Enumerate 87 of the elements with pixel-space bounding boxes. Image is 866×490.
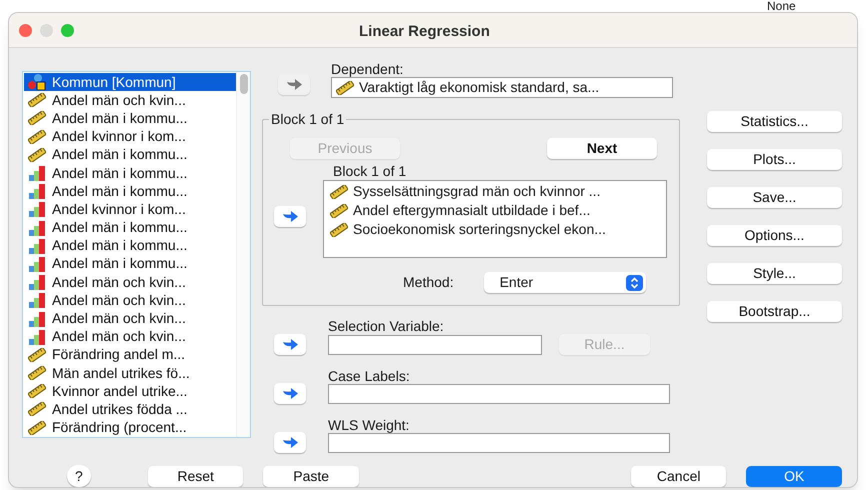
bar-chart-icon xyxy=(28,328,46,345)
list-item[interactable]: Andel män och kvin... xyxy=(24,273,236,292)
field-label: Case Labels: xyxy=(328,368,411,384)
shapes-icon xyxy=(28,74,46,90)
input-field[interactable]: Varaktigt låg ekonomisk standard, sa... xyxy=(331,77,673,98)
ruler-icon xyxy=(330,204,348,218)
list-item[interactable]: Andel män i kommu... xyxy=(24,254,236,274)
dropdown-arrows-icon xyxy=(626,274,643,290)
arrow-button[interactable] xyxy=(274,383,306,404)
field-label: Dependent: xyxy=(331,61,404,77)
button[interactable]: Plots... xyxy=(707,149,842,170)
list-item[interactable]: Socioekonomisk sorteringsnyckel ekon... xyxy=(324,220,666,239)
ruler-icon xyxy=(28,402,46,416)
scrollbar[interactable] xyxy=(236,72,250,437)
ruler-icon xyxy=(28,148,46,162)
list-item[interactable]: Andel män i kommu... xyxy=(24,218,236,237)
help-button[interactable]: ? xyxy=(67,465,91,487)
bar-chart-icon xyxy=(28,292,46,308)
list-item[interactable]: Andel män och kvin... xyxy=(24,328,236,346)
input-field[interactable] xyxy=(328,384,670,404)
close-button[interactable] xyxy=(19,24,32,36)
list-item[interactable]: Andel kvinnor i kom... xyxy=(24,200,236,218)
list-item[interactable]: Andel män i kommu... xyxy=(24,164,236,182)
arrow-icon xyxy=(282,388,298,400)
bar-chart-icon xyxy=(28,310,46,327)
field-label: Selection Variable: xyxy=(328,318,445,334)
ruler-icon xyxy=(330,222,348,236)
list-item[interactable]: Kommun [Kommun] xyxy=(24,73,236,92)
ruler-icon xyxy=(330,184,348,198)
list-item[interactable]: Sysselsättningsgrad män och kvinnor ... xyxy=(324,182,666,201)
list-item[interactable]: Kvinnor andel utrike... xyxy=(24,382,236,400)
list-item[interactable]: Andel utrikes födda ... xyxy=(24,400,236,419)
button[interactable]: Style... xyxy=(707,263,842,284)
ruler-icon xyxy=(28,348,46,362)
cell-text: None xyxy=(767,0,796,13)
list-item[interactable]: Andel eftergymnasialt utbildade i bef... xyxy=(324,201,666,220)
button[interactable]: Options... xyxy=(707,225,842,246)
list-item[interactable]: Andel män i kommu... xyxy=(24,182,236,200)
list-item[interactable]: Andel män i kommu... xyxy=(24,109,236,128)
button[interactable]: Paste xyxy=(263,466,359,486)
bar-chart-icon xyxy=(28,165,46,182)
ruler-icon xyxy=(28,93,46,108)
bar-chart-icon xyxy=(28,220,46,236)
arrow-button[interactable] xyxy=(274,432,306,453)
arrow-icon xyxy=(282,210,298,222)
list-label: Block 1 of 1 xyxy=(333,163,408,180)
bar-chart-icon xyxy=(28,274,46,290)
arrow-icon xyxy=(286,78,302,90)
list-item[interactable]: Förändring andel m... xyxy=(24,346,236,364)
list-item[interactable]: Andel män i kommu... xyxy=(24,146,236,164)
button[interactable]: Next xyxy=(547,138,657,159)
bar-chart-icon xyxy=(28,183,46,200)
ruler-icon xyxy=(28,366,46,380)
button[interactable]: Cancel xyxy=(630,466,726,486)
ruler-icon xyxy=(28,130,46,144)
method-dropdown[interactable]: Enter xyxy=(484,272,646,293)
list-item[interactable]: Andel män och kvin... xyxy=(24,309,236,328)
ruler-icon xyxy=(28,111,46,126)
list-item[interactable]: Män andel utrikes fö... xyxy=(24,364,236,382)
input-field[interactable] xyxy=(328,433,670,453)
arrow-button[interactable] xyxy=(278,74,310,95)
button[interactable]: Save... xyxy=(707,187,842,208)
list-item[interactable]: Andel kvinnor i kom... xyxy=(24,128,236,146)
list-item[interactable]: Andel män i kommu... xyxy=(24,236,236,255)
scroll-thumb[interactable] xyxy=(240,74,248,94)
list-item[interactable]: Andel män och kvin... xyxy=(24,91,236,110)
bar-chart-icon xyxy=(28,238,46,254)
button[interactable]: Statistics... xyxy=(707,111,842,132)
list-item[interactable]: Förändring (procent... xyxy=(24,418,236,437)
list-item[interactable]: Andel män och kvin... xyxy=(24,291,236,310)
window-title: Linear Regression xyxy=(359,22,490,42)
input-field[interactable] xyxy=(328,334,542,354)
arrow-button[interactable] xyxy=(274,334,306,355)
button[interactable]: Bootstrap... xyxy=(707,301,842,322)
ruler-icon xyxy=(336,80,354,94)
arrow-icon xyxy=(282,436,298,448)
arrow-icon xyxy=(282,338,298,350)
arrow-button[interactable] xyxy=(274,206,306,227)
bar-chart-icon xyxy=(28,256,46,272)
bar-chart-icon xyxy=(28,201,46,218)
ruler-icon xyxy=(28,420,46,435)
button[interactable]: Reset xyxy=(148,466,244,486)
zoom-button[interactable] xyxy=(61,24,74,36)
field-label: WLS Weight: xyxy=(328,417,410,433)
button[interactable]: OK xyxy=(746,466,842,486)
field-label: Method: xyxy=(403,273,454,292)
ruler-icon xyxy=(28,384,46,398)
